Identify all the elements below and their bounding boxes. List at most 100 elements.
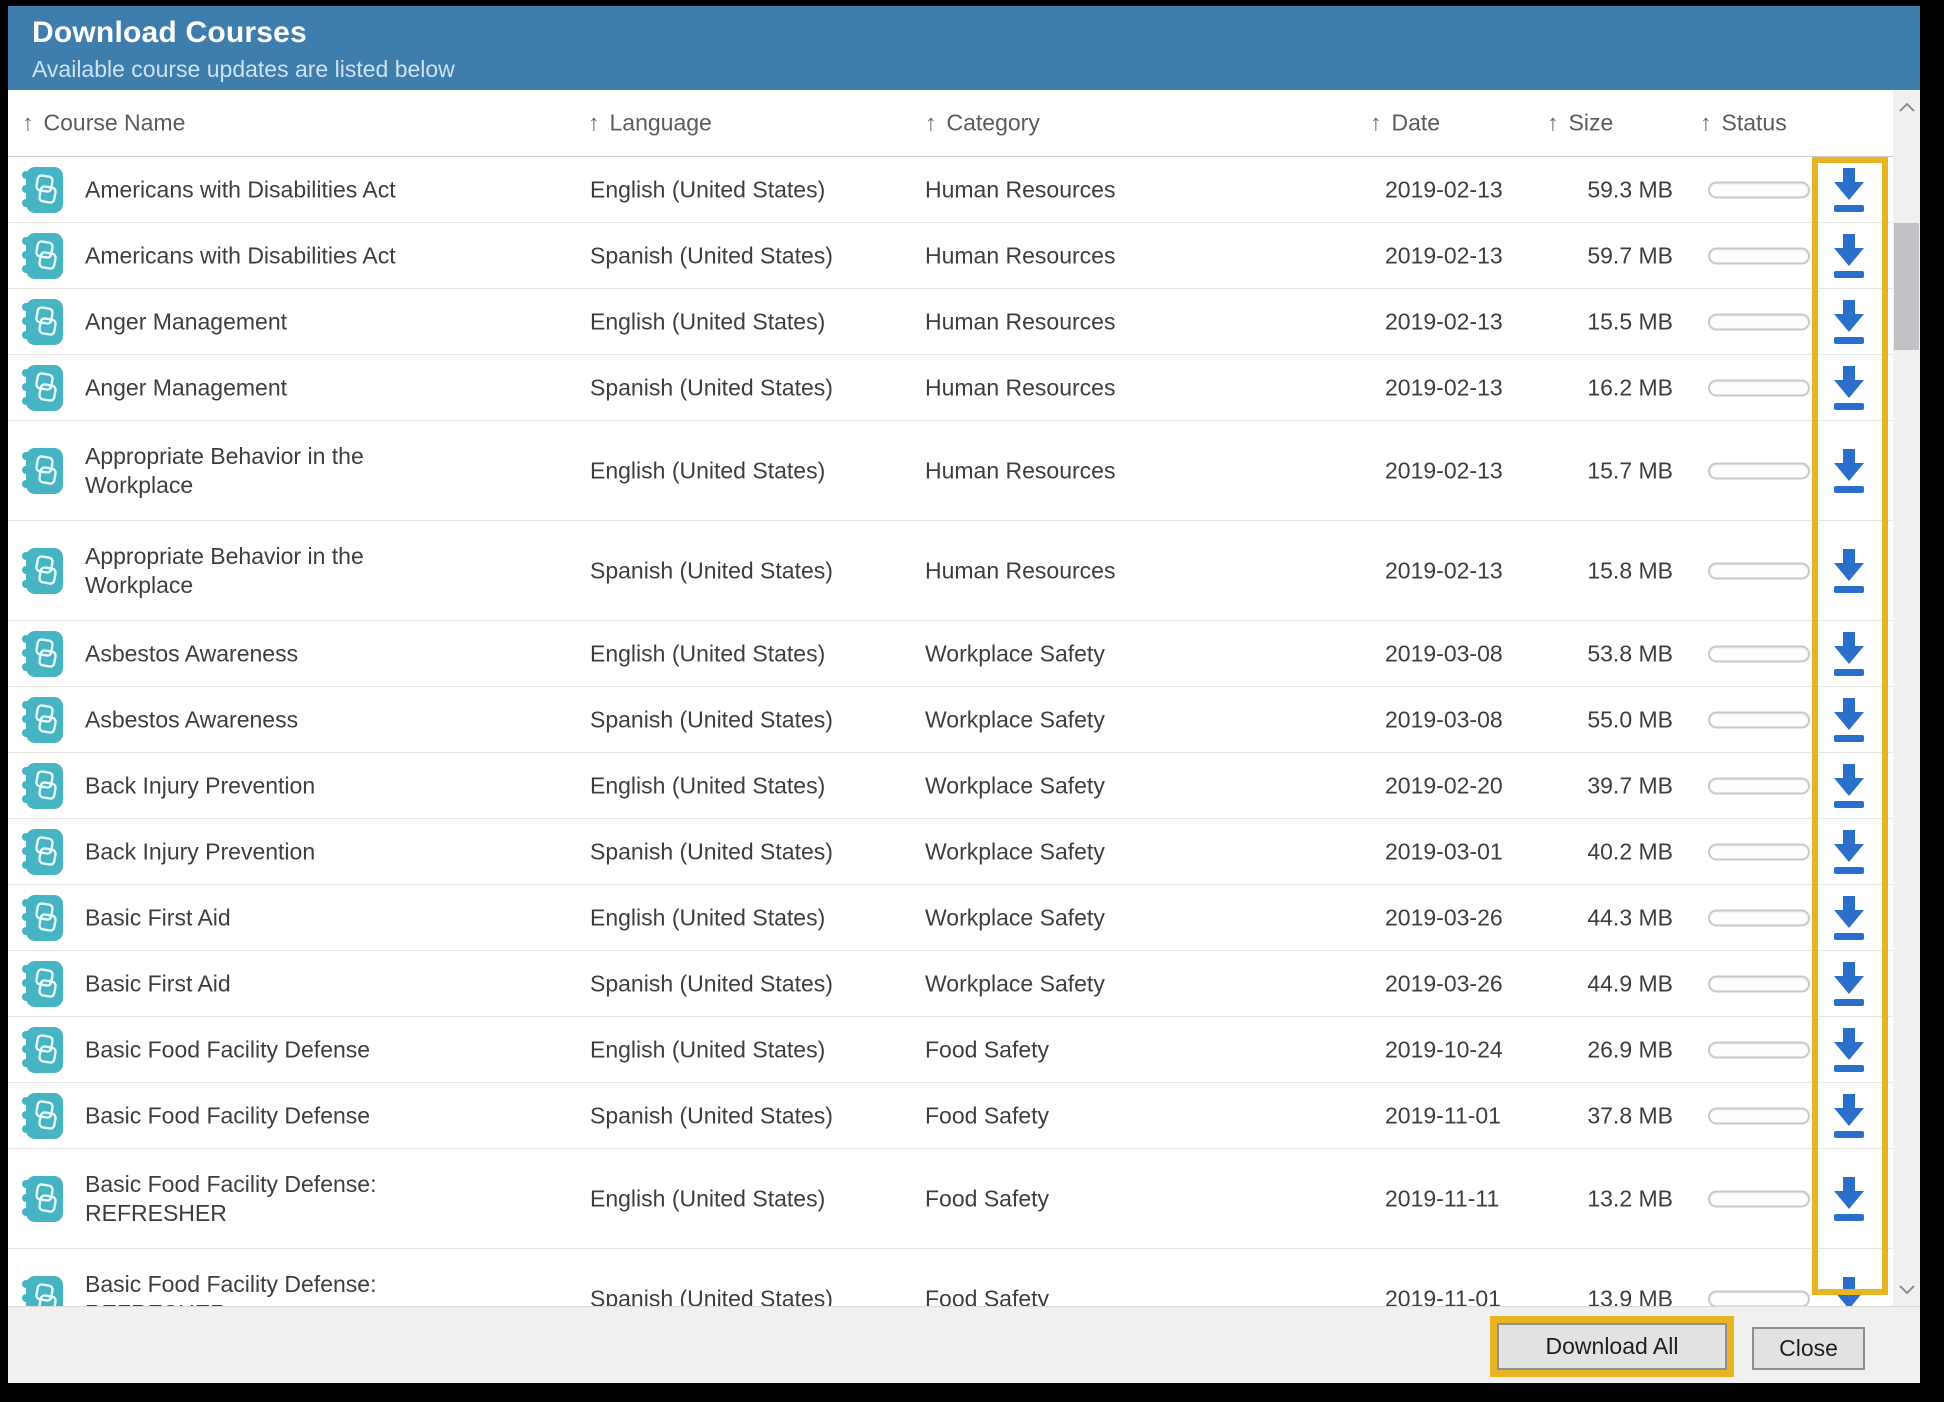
course-name: Anger Management (85, 373, 475, 402)
download-course-button[interactable] (1821, 763, 1877, 809)
course-category: Workplace Safety (925, 838, 1105, 865)
table-row: Basic Food Facility Defense: REFRESHER S… (8, 1249, 1893, 1306)
course-name: Basic First Aid (85, 969, 475, 998)
course-date: 2019-02-13 (1385, 242, 1503, 269)
table-row: Appropriate Behavior in the Workplace Sp… (8, 521, 1893, 621)
course-name: Basic Food Facility Defense: REFRESHER (85, 1270, 475, 1307)
sort-ascending-icon: ↑ (588, 110, 600, 137)
download-progress-bar (1708, 247, 1810, 264)
course-date: 2019-03-08 (1385, 706, 1503, 733)
course-size: 44.3 MB (1548, 904, 1673, 931)
download-course-button[interactable] (1821, 167, 1877, 213)
course-category: Human Resources (925, 242, 1115, 269)
course-category: Workplace Safety (925, 640, 1105, 667)
download-course-button[interactable] (1821, 448, 1877, 494)
course-language: English (United States) (590, 1185, 825, 1212)
course-size: 16.2 MB (1548, 374, 1673, 401)
table-row: Back Injury Prevention English (United S… (8, 753, 1893, 819)
vertical-scrollbar[interactable] (1893, 90, 1920, 1306)
close-button[interactable]: Close (1752, 1327, 1865, 1370)
course-category: Human Resources (925, 557, 1115, 584)
course-size: 53.8 MB (1548, 640, 1673, 667)
download-arrow-icon (1829, 1027, 1869, 1073)
table-row: Anger Management English (United States)… (8, 289, 1893, 355)
course-category: Workplace Safety (925, 706, 1105, 733)
download-course-button[interactable] (1821, 548, 1877, 594)
course-date: 2019-02-13 (1385, 308, 1503, 335)
table-row: Basic Food Facility Defense: REFRESHER E… (8, 1149, 1893, 1249)
course-category: Human Resources (925, 374, 1115, 401)
sort-ascending-icon: ↑ (1700, 110, 1712, 137)
course-language: Spanish (United States) (590, 557, 833, 584)
column-header-status[interactable]: ↑Status (1700, 110, 1787, 137)
download-progress-bar (1708, 1107, 1810, 1124)
column-header-language[interactable]: ↑Language (588, 110, 712, 137)
course-date: 2019-10-24 (1385, 1036, 1503, 1063)
scroll-up-button[interactable] (1893, 90, 1920, 124)
download-course-button[interactable] (1821, 1093, 1877, 1139)
course-language: English (United States) (590, 176, 825, 203)
column-header-category[interactable]: ↑Category (925, 110, 1040, 137)
course-language: Spanish (United States) (590, 1285, 833, 1306)
course-language: English (United States) (590, 772, 825, 799)
download-arrow-icon (1829, 299, 1869, 345)
download-course-button[interactable] (1821, 697, 1877, 743)
course-name: Basic Food Facility Defense (85, 1101, 475, 1130)
course-icon (20, 893, 64, 943)
course-category: Human Resources (925, 176, 1115, 203)
table-row: Basic First Aid English (United States) … (8, 885, 1893, 951)
course-language: Spanish (United States) (590, 970, 833, 997)
course-date: 2019-02-13 (1385, 374, 1503, 401)
download-course-button[interactable] (1821, 1027, 1877, 1073)
column-header-size[interactable]: ↑Size (1547, 110, 1613, 137)
download-progress-bar (1708, 975, 1810, 992)
course-icon (20, 297, 64, 347)
download-course-button[interactable] (1821, 233, 1877, 279)
download-progress-bar (1708, 711, 1810, 728)
download-all-button[interactable]: Download All (1497, 1323, 1727, 1370)
sort-ascending-icon: ↑ (1547, 110, 1559, 137)
download-progress-bar (1708, 645, 1810, 662)
dialog-titlebar: Download Courses Available course update… (8, 6, 1920, 90)
table-row: Americans with Disabilities Act Spanish … (8, 223, 1893, 289)
course-language: English (United States) (590, 904, 825, 931)
download-arrow-icon (1829, 233, 1869, 279)
download-progress-bar (1708, 562, 1810, 579)
column-header-date[interactable]: ↑Date (1370, 110, 1440, 137)
download-course-button[interactable] (1821, 365, 1877, 411)
table-row: Americans with Disabilities Act English … (8, 157, 1893, 223)
course-date: 2019-02-13 (1385, 176, 1503, 203)
course-name: Basic First Aid (85, 903, 475, 932)
dialog-title: Download Courses (32, 16, 1920, 50)
course-name: Asbestos Awareness (85, 639, 475, 668)
course-size: 40.2 MB (1548, 838, 1673, 865)
download-arrow-icon (1829, 697, 1869, 743)
course-size: 13.9 MB (1548, 1285, 1673, 1306)
download-course-button[interactable] (1821, 829, 1877, 875)
download-arrow-icon (1829, 631, 1869, 677)
course-category: Food Safety (925, 1036, 1049, 1063)
course-category: Workplace Safety (925, 904, 1105, 931)
download-course-button[interactable] (1821, 1276, 1877, 1307)
column-header-course-name[interactable]: ↑Course Name (22, 110, 185, 137)
download-course-button[interactable] (1821, 1176, 1877, 1222)
download-course-button[interactable] (1821, 895, 1877, 941)
download-progress-bar (1708, 909, 1810, 926)
course-size: 15.5 MB (1548, 308, 1673, 335)
course-category: Food Safety (925, 1285, 1049, 1306)
download-course-button[interactable] (1821, 631, 1877, 677)
download-arrow-icon (1829, 167, 1869, 213)
course-language: English (United States) (590, 308, 825, 335)
course-date: 2019-03-26 (1385, 970, 1503, 997)
course-category: Workplace Safety (925, 970, 1105, 997)
scrollbar-thumb[interactable] (1894, 223, 1919, 350)
download-course-button[interactable] (1821, 961, 1877, 1007)
download-progress-bar (1708, 777, 1810, 794)
course-size: 26.9 MB (1548, 1036, 1673, 1063)
scroll-down-button[interactable] (1893, 1272, 1920, 1306)
download-course-button[interactable] (1821, 299, 1877, 345)
course-icon (20, 1274, 64, 1307)
course-date: 2019-11-01 (1385, 1102, 1501, 1129)
course-size: 55.0 MB (1548, 706, 1673, 733)
course-date: 2019-11-11 (1385, 1185, 1499, 1212)
